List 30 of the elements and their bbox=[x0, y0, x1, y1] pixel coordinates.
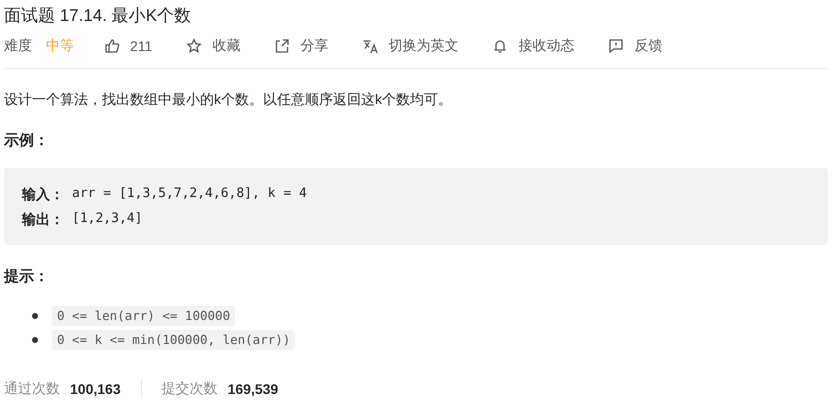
bell-button[interactable]: 接收动态 bbox=[492, 37, 574, 55]
example-label: 输出： bbox=[22, 210, 64, 229]
example-label: 输入： bbox=[22, 185, 64, 204]
feedback-icon bbox=[608, 38, 624, 54]
hint-code: 0 <= k <= min(100000, len(arr)) bbox=[52, 330, 296, 350]
example-value: [1,2,3,4] bbox=[72, 210, 142, 228]
thumbs-up-icon bbox=[104, 38, 120, 54]
hints-heading: 提示： bbox=[4, 267, 50, 286]
difficulty-value: 中等 bbox=[46, 37, 74, 55]
bell-icon bbox=[492, 38, 508, 54]
like-button[interactable]: 211 bbox=[104, 38, 152, 54]
share-icon bbox=[274, 38, 290, 54]
example-heading: 示例： bbox=[4, 131, 50, 150]
share-button[interactable]: 分享 bbox=[274, 37, 328, 55]
bullet-icon bbox=[32, 337, 38, 343]
star-icon bbox=[186, 38, 202, 54]
problem-description: 设计一个算法，找出数组中最小的k个数。以任意顺序返回这k个数均可。 bbox=[4, 90, 453, 109]
stat-value: 100,163 bbox=[70, 381, 121, 397]
bullet-icon bbox=[32, 313, 38, 319]
feedback-button[interactable]: 反馈 bbox=[608, 37, 662, 55]
example-value: arr = [1,3,5,7,2,4,6,8], k = 4 bbox=[72, 185, 307, 203]
difficulty-label: 难度 bbox=[4, 37, 32, 55]
stat-label: 通过次数 bbox=[4, 380, 60, 398]
stat-label: 提交次数 bbox=[162, 380, 218, 398]
star-button[interactable]: 收藏 bbox=[186, 37, 240, 55]
hint-code: 0 <= len(arr) <= 100000 bbox=[52, 306, 236, 326]
translate-button[interactable]: 切换为英文 bbox=[362, 37, 458, 55]
translate-icon bbox=[362, 38, 378, 54]
stat-value: 169,539 bbox=[228, 381, 278, 397]
problem-title: 面试题 17.14. 最小K个数 bbox=[4, 5, 192, 27]
